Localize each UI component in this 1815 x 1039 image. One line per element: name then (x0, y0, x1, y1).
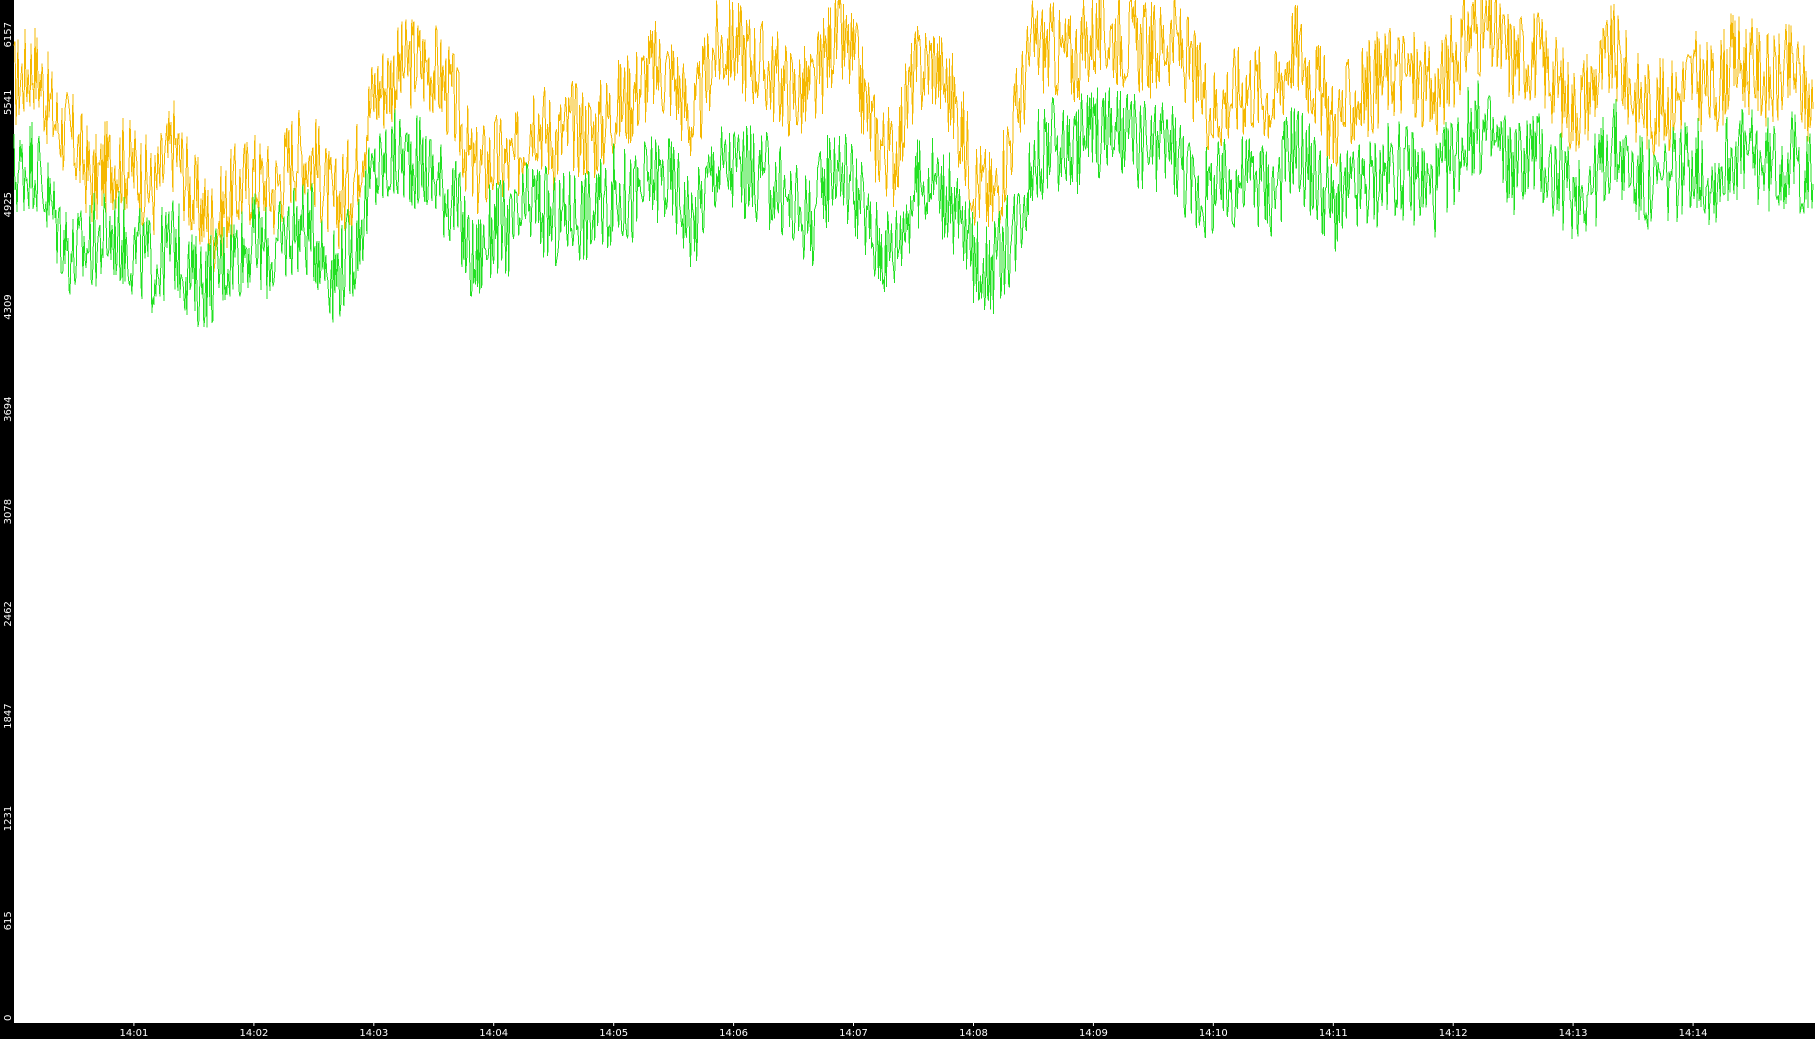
y-tick-label: 3078 (3, 499, 14, 524)
y-tick-label: 615 (3, 911, 14, 930)
line-chart: 0 615 1231 1847 2462 3078 3694 4309 4925 5541 6157… (0, 0, 1815, 1039)
x-axis-gutter (0, 1023, 1815, 1039)
y-tick-label: 3694 (3, 396, 14, 421)
x-tick-label: 14:01 (119, 1028, 148, 1039)
x-tick-label: 14:14 (1679, 1028, 1708, 1039)
y-tick-label: 2462 (3, 601, 14, 626)
x-tick-label: 14:13 (1559, 1028, 1588, 1039)
x-tick-label: 14:08 (959, 1028, 988, 1039)
x-tick-label: 14:09 (1079, 1028, 1108, 1039)
y-tick-label: 4925 (3, 192, 14, 217)
x-tick-label: 14:11 (1319, 1028, 1348, 1039)
y-tick-label: 0 (3, 1015, 14, 1021)
y-tick-label: 5541 (3, 90, 14, 115)
x-tick-label: 14:05 (599, 1028, 628, 1039)
x-tick-label: 14:07 (839, 1028, 868, 1039)
x-tick-label: 14:03 (359, 1028, 388, 1039)
y-tick-label: 6157 (3, 22, 14, 47)
x-tick-label: 14:04 (479, 1028, 508, 1039)
x-tick-label: 14:10 (1199, 1028, 1228, 1039)
y-tick-label: 4309 (3, 294, 14, 319)
x-tick-label: 14:02 (239, 1028, 268, 1039)
y-tick-label: 1847 (3, 703, 14, 728)
chart-container: 0 615 1231 1847 2462 3078 3694 4309 4925 5541 6157… (0, 0, 1815, 1039)
x-tick-label: 14:12 (1439, 1028, 1468, 1039)
y-tick-label: 1231 (3, 806, 14, 831)
x-tick-label: 14:06 (719, 1028, 748, 1039)
